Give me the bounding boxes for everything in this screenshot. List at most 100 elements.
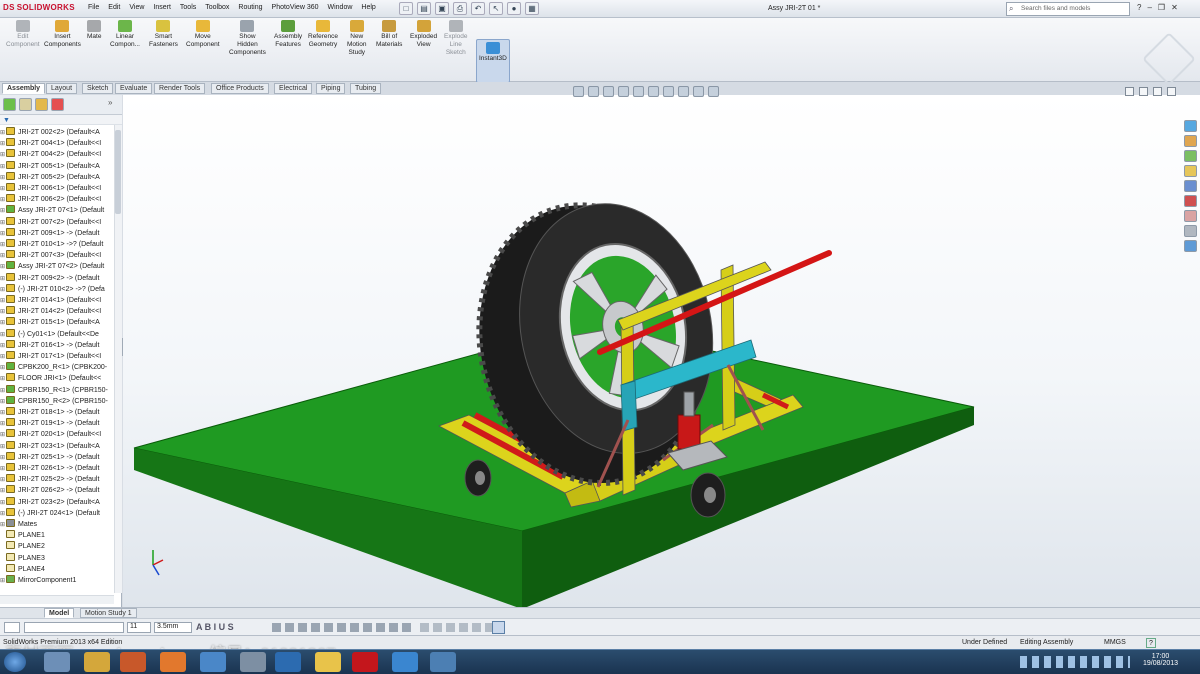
tree-item[interactable]: ⊞ CPBR150_R<1> (CPBR150- xyxy=(0,384,118,396)
cmd-show-button[interactable]: Show Hidden Components xyxy=(229,20,266,57)
display-style-icon[interactable] xyxy=(648,86,659,97)
text-style-icon[interactable] xyxy=(4,622,20,633)
tree-item[interactable]: ⊞ Mates xyxy=(0,519,118,530)
solidworks-app-icon[interactable] xyxy=(352,652,378,672)
menu-routing[interactable]: Routing xyxy=(238,4,262,11)
cmd-explode-button[interactable]: Explode Line Sketch xyxy=(444,20,468,57)
new-document-icon[interactable]: □ xyxy=(399,2,413,15)
section-view-icon[interactable] xyxy=(618,86,629,97)
tree-item[interactable]: ⊞ (-) JRI-2T 024<1> (Default xyxy=(0,507,118,519)
zoom-area-icon[interactable] xyxy=(588,86,599,97)
tree-item[interactable]: PLANE2 xyxy=(0,541,118,552)
tree-item[interactable]: ⊞ JRI-2T 009<2> -> (Default xyxy=(0,272,118,284)
menu-toolbox[interactable]: Toolbox xyxy=(205,4,229,11)
tree-item[interactable]: ⊞ JRI-2T 026<2> -> (Default xyxy=(0,485,118,496)
cmd-move-button[interactable]: Move Component xyxy=(186,20,220,49)
tree-item[interactable]: ⊞ JRI-2T 025<2> -> (Default xyxy=(0,474,118,485)
tree-item[interactable]: ⊞ JRI-2T 007<3> (Default<<I xyxy=(0,250,118,261)
hide-show-icon[interactable] xyxy=(663,86,674,97)
menu-view[interactable]: View xyxy=(129,4,144,11)
tree-item[interactable]: ⊞ JRI-2T 020<1> (Default<<I xyxy=(0,429,118,440)
tree-item[interactable]: ⊞ JRI-2T 006<2> (Default<<I xyxy=(0,194,118,205)
rebuild-icon[interactable]: ● xyxy=(507,2,521,15)
firefox-app-icon[interactable] xyxy=(160,652,186,672)
select-icon[interactable]: ↖ xyxy=(489,2,503,15)
app-icon-11[interactable] xyxy=(430,652,456,672)
tree-item[interactable]: ⊞ FLOOR JRI<1> (Default<< xyxy=(0,373,118,384)
folder-icon[interactable] xyxy=(1184,165,1197,177)
tree-item[interactable]: ⊞ JRI-2T 006<1> (Default<<I xyxy=(0,183,118,194)
tree-item[interactable]: ⊞ JRI-2T 005<1> (Default<A xyxy=(0,160,118,172)
menu-photoview-360[interactable]: PhotoView 360 xyxy=(272,4,319,11)
previous-view-icon[interactable] xyxy=(603,86,614,97)
libraries-app-icon[interactable] xyxy=(44,652,70,672)
tree-item[interactable]: ⊞ JRI-2T 025<1> -> (Default xyxy=(0,451,118,463)
menu-file[interactable]: File xyxy=(88,4,99,11)
cmd-edit-button[interactable]: Edit Component xyxy=(6,20,40,49)
open-icon[interactable]: ▤ xyxy=(417,2,431,15)
tree-item[interactable]: ⊞ JRI-2T 015<1> (Default<A xyxy=(0,317,118,328)
browser-app-icon[interactable] xyxy=(392,652,418,672)
font-size-select[interactable]: 11 xyxy=(127,622,151,633)
cmd-reference-button[interactable]: Reference Geometry xyxy=(308,20,338,49)
tree-item[interactable]: ⊞ JRI-2T 005<2> (Default<A xyxy=(0,171,118,183)
tree-item[interactable]: ⊞ JRI-2T 019<1> -> (Default xyxy=(0,418,118,429)
tab-sketch[interactable]: Sketch xyxy=(82,83,114,94)
cmd-mate-button[interactable]: Mate xyxy=(87,20,101,41)
font-select[interactable] xyxy=(24,622,124,633)
cmd-smart-button[interactable]: Smart Fasteners xyxy=(149,20,178,49)
scene-icon[interactable] xyxy=(693,86,704,97)
format-misc-buttons[interactable] xyxy=(420,623,492,632)
save-icon[interactable]: ▣ xyxy=(435,2,449,15)
help-status-icon[interactable]: ? xyxy=(1146,638,1156,648)
appearance-icon[interactable] xyxy=(678,86,689,97)
cmd-bill-of-button[interactable]: Bill of Materials xyxy=(376,20,402,49)
app-icon-6[interactable] xyxy=(240,652,266,672)
tree-item[interactable]: ⊞ (-) Cy01<1> (Default<<De xyxy=(0,328,118,340)
tree-item[interactable]: ⊞ Assy JRI-2T 07<2> (Default xyxy=(0,261,118,272)
network-app-icon[interactable] xyxy=(200,652,226,672)
graphics-area[interactable] xyxy=(123,95,1200,607)
tree-item[interactable]: ⊞ JRI-2T 014<1> (Default<<I xyxy=(0,295,118,306)
assembly-model-render[interactable] xyxy=(123,95,1200,607)
custom-properties-icon[interactable] xyxy=(1184,210,1197,222)
undo-icon[interactable]: ↶ xyxy=(471,2,485,15)
menu-help[interactable]: Help xyxy=(361,4,375,11)
tab-piping[interactable]: Piping xyxy=(316,83,346,94)
tab-tubing[interactable]: Tubing xyxy=(350,83,382,94)
tree-item[interactable]: PLANE4 xyxy=(0,563,118,575)
tree-horizontal-scrollbar[interactable] xyxy=(0,595,114,604)
zoom-fit-icon[interactable] xyxy=(573,86,584,97)
viewport-split-icon[interactable] xyxy=(1139,87,1148,96)
view-palette-icon[interactable] xyxy=(1184,180,1197,192)
menu-insert[interactable]: Insert xyxy=(153,4,171,11)
tab-assembly[interactable]: Assembly xyxy=(2,83,46,94)
cmd-insert-button[interactable]: Insert Components xyxy=(44,20,81,49)
outlook-app-icon[interactable] xyxy=(275,652,301,672)
tree-item[interactable]: ⊞ JRI-2T 018<1> -> (Default xyxy=(0,407,118,418)
3d-content-icon[interactable] xyxy=(1184,240,1197,252)
menu-edit[interactable]: Edit xyxy=(108,4,120,11)
tree-item[interactable]: ⊞ JRI-2T 023<1> (Default<A xyxy=(0,440,118,452)
property-manager-tab-icon[interactable] xyxy=(19,98,32,111)
file-explorer-icon[interactable] xyxy=(1184,150,1197,162)
tab-evaluate[interactable]: Evaluate xyxy=(115,83,153,94)
units-status[interactable]: MMGS xyxy=(1104,639,1126,646)
cmd-instant3d-button[interactable]: Instant3D xyxy=(476,39,510,83)
tree-scroll-thumb[interactable] xyxy=(115,130,121,214)
tree-filter[interactable]: ▼ xyxy=(0,115,122,125)
bottom-tab-1[interactable]: Motion Study 1 xyxy=(80,608,137,618)
tree-item[interactable]: PLANE3 xyxy=(0,552,118,564)
tree-item[interactable]: PLANE1 xyxy=(0,530,118,541)
cmd-assembly-button[interactable]: Assembly Features xyxy=(274,20,302,49)
dimension-toggle-icon[interactable] xyxy=(492,621,505,634)
tree-item[interactable]: ⊞ (-) JRI-2T 010<2> ->? (Defa xyxy=(0,283,118,295)
text-height-field[interactable]: 3.5mm xyxy=(154,622,192,633)
viewport-restore-icon[interactable] xyxy=(1153,87,1162,96)
tree-item[interactable]: ⊞ JRI-2T 004<1> (Default<<I xyxy=(0,138,118,149)
tree-item[interactable]: ⊞ JRI-2T 007<2> (Default<<I xyxy=(0,216,118,228)
menu-window[interactable]: Window xyxy=(328,4,353,11)
tree-item[interactable]: ⊞ JRI-2T 023<2> (Default<A xyxy=(0,496,118,508)
viewport-tile-icon[interactable] xyxy=(1125,87,1134,96)
search-input[interactable]: Search files and models xyxy=(1006,2,1130,16)
